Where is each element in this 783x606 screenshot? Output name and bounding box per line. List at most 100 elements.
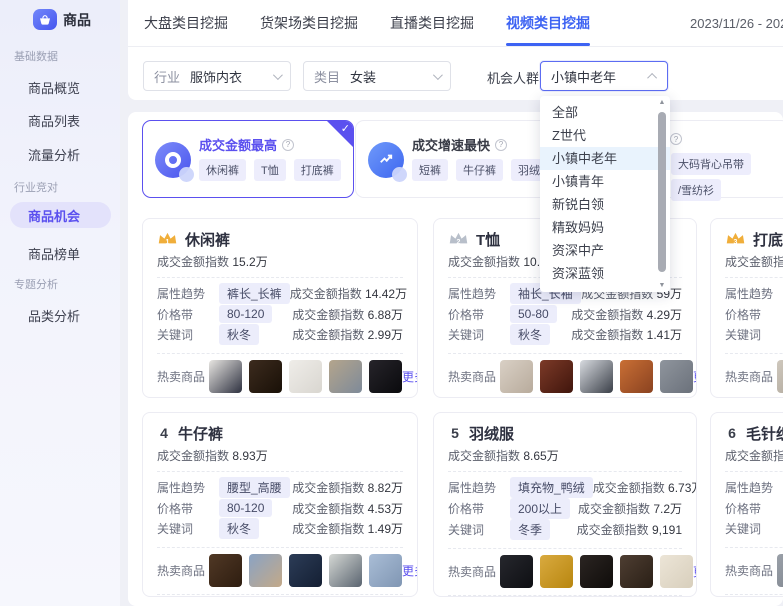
- tab-live-category[interactable]: 直播类目挖掘: [390, 0, 474, 46]
- tab-market-category[interactable]: 大盘类目挖掘: [144, 0, 228, 46]
- price-band-row: 价格带 80-120 成交金额指数 6.88万: [157, 305, 403, 323]
- date-range-picker[interactable]: 2023/11/26 - 2023: [690, 16, 783, 31]
- product-thumbnail[interactable]: [249, 554, 282, 587]
- price-tag: 200以上: [510, 498, 570, 519]
- attr-trend-row: 属性趋势 袖 成交金额指数: [725, 478, 783, 497]
- product-thumbnail[interactable]: [540, 555, 573, 588]
- sidebar-item-product-ranking[interactable]: 商品榜单: [28, 244, 80, 263]
- dropdown-option-senior-bluecollar[interactable]: 资深蓝领: [540, 262, 670, 285]
- price-band-row: 价格带 80 成交金额指数: [725, 305, 783, 323]
- product-thumbnail[interactable]: [369, 554, 402, 587]
- dropdown-option-senior-middleclass[interactable]: 资深中产: [540, 239, 670, 262]
- product-thumbnail[interactable]: [620, 555, 653, 588]
- hot-products-row: 热卖商品 更多: [725, 554, 783, 587]
- info-icon[interactable]: ?: [495, 139, 507, 151]
- more-link[interactable]: 更多: [693, 563, 697, 580]
- basket-icon: [33, 9, 57, 30]
- rank-number: 4: [157, 425, 171, 441]
- dropdown-option-town-youth[interactable]: 小镇青年: [540, 170, 670, 193]
- keyword-row: 关键词 秋冬 成交金额指数 2.99万: [157, 325, 403, 344]
- dropdown-option-refined-mom[interactable]: 精致妈妈: [540, 216, 670, 239]
- product-thumbnail[interactable]: [369, 360, 402, 393]
- hot-products-row: 热卖商品 更多: [448, 360, 682, 393]
- industry-select[interactable]: 行业 服饰内衣: [143, 61, 291, 91]
- sidebar-item-traffic-analysis[interactable]: 流量分析: [28, 145, 80, 164]
- product-thumbnail[interactable]: [660, 555, 693, 588]
- scroll-down-icon[interactable]: ▼: [656, 282, 668, 289]
- chevron-down-icon: [273, 70, 283, 80]
- info-icon[interactable]: ?: [670, 133, 682, 145]
- highlight-card-gmv-highest[interactable]: ✓ 成交金额最高 ? 休闲裤 T恤 打底裤: [142, 120, 354, 198]
- product-thumbnail[interactable]: [777, 554, 783, 587]
- product-thumbnail[interactable]: [620, 360, 653, 393]
- keyword-row: 关键词 秋 成交金额指数: [725, 325, 783, 344]
- price-band-row: 价格带 50-80 成交金额指数 4.29万: [448, 305, 682, 323]
- crown-rank-icon: 3: [725, 231, 746, 247]
- price-tag: 80-120: [219, 499, 272, 517]
- app-logo: 商品: [33, 9, 91, 30]
- keyword-row: 关键词 秋冬 成交金额指数 1.49万: [157, 519, 403, 538]
- dropdown-option-town-elder[interactable]: 小镇中老年: [540, 147, 670, 170]
- more-link[interactable]: 更多: [693, 368, 697, 385]
- attr-tag: 填充物_鸭绒: [510, 477, 593, 498]
- more-link[interactable]: 更多: [402, 562, 418, 579]
- more-link[interactable]: 更多: [402, 368, 418, 385]
- category-chip: 短裤: [412, 159, 448, 181]
- keyword-tag: 秋冬: [510, 324, 550, 345]
- product-thumbnail[interactable]: [500, 360, 533, 393]
- product-thumbnail[interactable]: [209, 554, 242, 587]
- product-thumbnail[interactable]: [289, 554, 322, 587]
- dropdown-option-genz[interactable]: Z世代: [540, 124, 670, 147]
- dropdown-option-all[interactable]: 全部: [540, 101, 670, 124]
- sidebar-item-product-opportunity[interactable]: 商品机会: [10, 202, 111, 228]
- dropdown-scrollbar[interactable]: ▲ ▼: [656, 99, 668, 289]
- product-thumbnail[interactable]: [580, 360, 613, 393]
- product-thumbnail[interactable]: [777, 360, 783, 393]
- product-name: 羽绒服: [469, 423, 514, 444]
- rank-number: 5: [448, 425, 462, 441]
- tab-video-category[interactable]: 视频类目挖掘: [506, 0, 590, 46]
- audience-select[interactable]: 小镇中老年: [540, 61, 668, 91]
- product-thumbnail[interactable]: [329, 554, 362, 587]
- category-chip: /雪纺衫: [671, 179, 721, 201]
- keyword-tag: 秋冬: [219, 324, 259, 345]
- scrollbar-thumb[interactable]: [658, 112, 666, 272]
- attr-trend-row: 属性趋势 腰型_高腰 成交金额指数 8.82万: [157, 478, 403, 497]
- audience-dropdown: 全部 Z世代 小镇中老年 小镇青年 新锐白领 精致妈妈 资深中产 资深蓝领 ▲ …: [540, 96, 670, 292]
- sidebar-item-category-analysis[interactable]: 品类分析: [28, 306, 80, 325]
- category-select[interactable]: 类目 女装: [303, 61, 451, 91]
- app-title: 商品: [63, 10, 91, 30]
- product-thumbnail[interactable]: [660, 360, 693, 393]
- highlight-card-growth-fastest[interactable]: 成交增速最快 ? 短裤 牛仔裤 羽绒服: [355, 120, 567, 198]
- product-thumbnail[interactable]: [249, 360, 282, 393]
- price-band-row: 价格带 12 成交金额指数: [725, 499, 783, 517]
- product-thumbnail[interactable]: [289, 360, 322, 393]
- sidebar-item-product-overview[interactable]: 商品概览: [28, 78, 80, 97]
- sidebar: 商品 基础数据 商品概览 商品列表 流量分析 行业竞对 商品机会 商品榜单 专题…: [0, 0, 120, 606]
- top-panel: 大盘类目挖掘 货架场类目挖掘 直播类目挖掘 视频类目挖掘 2023/11/26 …: [128, 0, 783, 100]
- product-thumbnail[interactable]: [329, 360, 362, 393]
- info-icon[interactable]: ?: [282, 139, 294, 151]
- product-card-6: 6 毛针织衫 成交金额指数 8 属性趋势 袖 成交金额指数 价格带 12 成交金…: [710, 412, 783, 597]
- price-tag: 50-80: [510, 305, 557, 323]
- product-thumbnail[interactable]: [500, 555, 533, 588]
- gmv-index: 成交金额指数 6: [725, 253, 783, 270]
- scroll-up-icon[interactable]: ▲: [656, 99, 668, 106]
- keyword-tag: 冬季: [510, 519, 550, 540]
- product-thumbnail[interactable]: [209, 360, 242, 393]
- product-card-3: 3 打底裤 成交金额指数 6 属性趋势 遮 成交金额指数 价格带 80 成交金额…: [710, 218, 783, 398]
- sidebar-item-product-list[interactable]: 商品列表: [28, 111, 80, 130]
- crown-rank-icon: 1: [157, 231, 178, 247]
- section-topic-analysis: 专题分析: [14, 276, 58, 292]
- trend-up-icon: [368, 142, 404, 178]
- product-card-5: 5 羽绒服 成交金额指数 8.65万 属性趋势 填充物_鸭绒 成交金额指数 6.…: [433, 412, 697, 597]
- tab-shelf-category[interactable]: 货架场类目挖掘: [260, 0, 358, 46]
- chevron-up-icon: [647, 72, 657, 82]
- price-band-row: 价格带 200以上 成交金额指数 7.2万: [448, 499, 682, 518]
- dropdown-option-new-white-collar[interactable]: 新锐白领: [540, 193, 670, 216]
- product-thumbnail[interactable]: [540, 360, 573, 393]
- attr-tag: 腰型_高腰: [219, 477, 290, 498]
- product-thumbnail[interactable]: [580, 555, 613, 588]
- card-title: 成交增速最快: [412, 135, 490, 154]
- product-card-4: 4 牛仔裤 成交金额指数 8.93万 属性趋势 腰型_高腰 成交金额指数 8.8…: [142, 412, 418, 597]
